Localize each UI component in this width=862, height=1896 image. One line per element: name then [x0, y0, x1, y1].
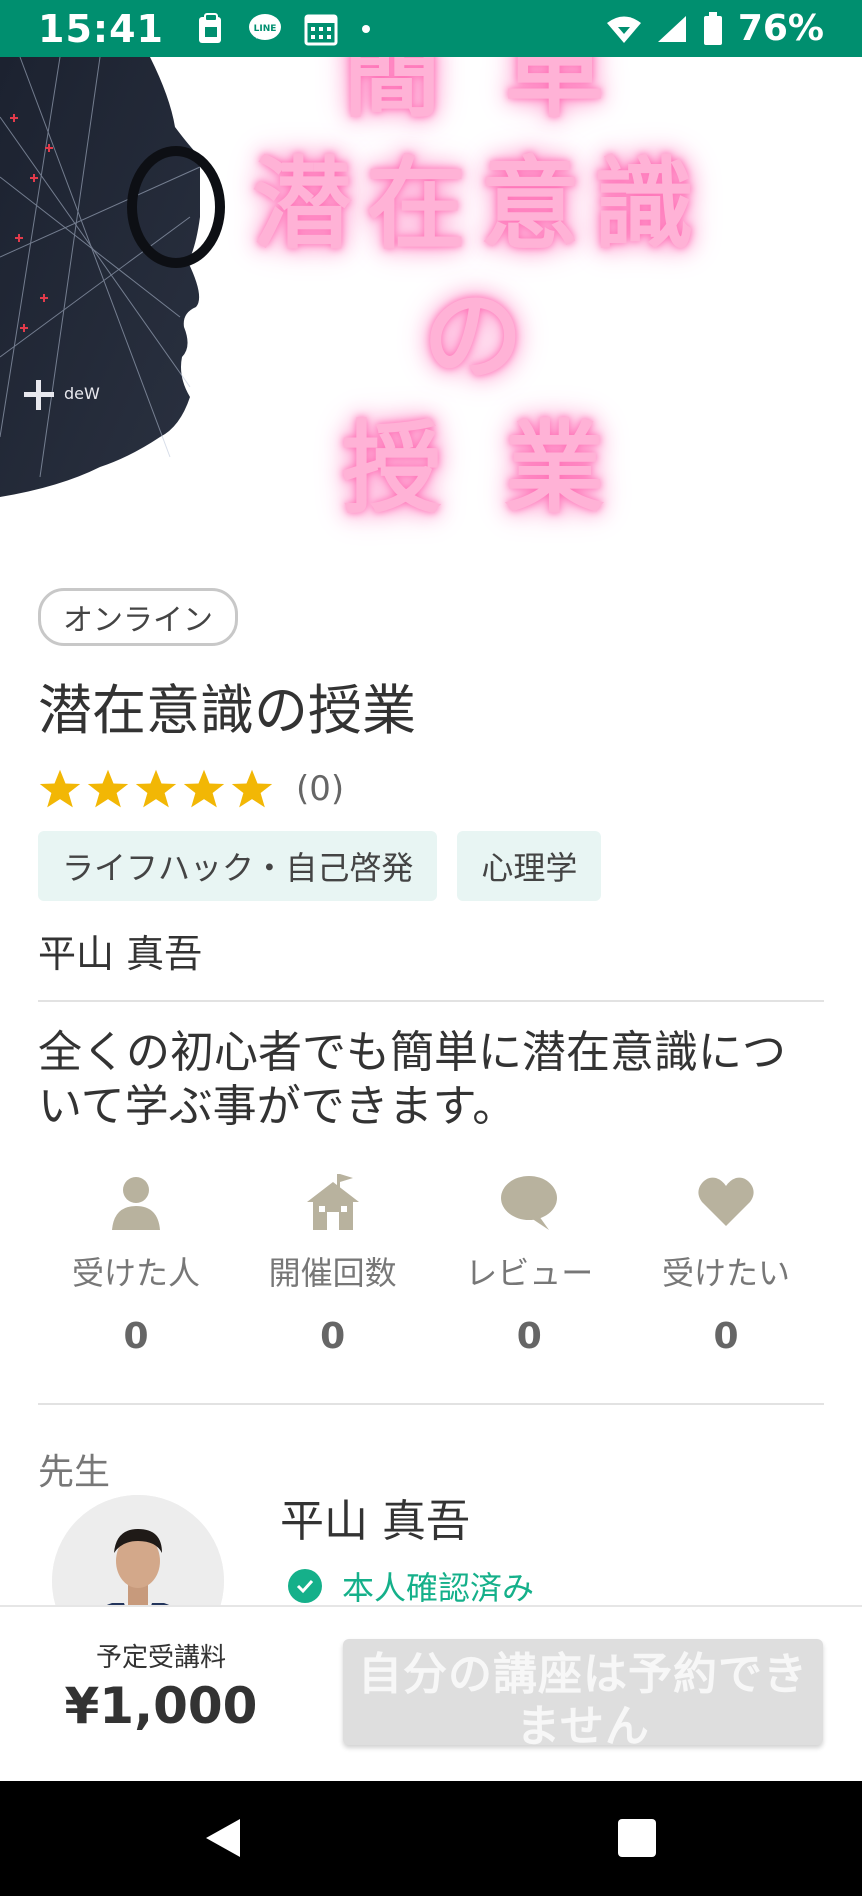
signal-icon [657, 15, 686, 42]
stat-label: レビュー [465, 1254, 594, 1292]
divider [38, 1000, 824, 1002]
calendar-icon [304, 14, 338, 45]
star-icon [39, 769, 81, 808]
stat-label: 受けた人 [71, 1254, 200, 1292]
divider [38, 1403, 824, 1405]
hero-title-line-3: 授 業 [341, 410, 619, 527]
line-app-icon: LINE [248, 13, 281, 40]
star-icon [135, 769, 177, 808]
wifi-icon [606, 16, 641, 43]
back-icon[interactable] [204, 1817, 242, 1859]
hero-title-line-2: 潜在意識の [252, 146, 708, 395]
svg-text:LINE: LINE [254, 24, 277, 34]
course-hero-image: deW 簡 単 潜在意識の 授 業 [0, 57, 862, 547]
school-house-icon [306, 1174, 359, 1230]
hero-title-line-1: 簡 単 [341, 57, 619, 131]
price-label: 予定受講料 [95, 1643, 226, 1673]
home-square-icon[interactable] [618, 1819, 656, 1857]
stat-sessions: 開催回数 0 [235, 1172, 431, 1357]
course-stats: 受けた人 0 開催回数 0 レビュー 0 受けたい 0 [38, 1172, 824, 1357]
course-teacher-name[interactable]: 平山 真吾 [38, 923, 824, 978]
status-time: 15:41 [38, 6, 164, 51]
stat-value: 0 [123, 1316, 149, 1357]
heart-icon [698, 1177, 754, 1226]
format-tag: オンライン [38, 588, 238, 646]
banner-label: deW [64, 384, 100, 403]
course-details: オンライン 潜在意識の授業 (0) ライフハック・自己啓発 心理学 平山 真吾 … [38, 588, 824, 1667]
dot-icon [361, 24, 370, 33]
system-icons: 76% [606, 8, 824, 49]
speech-bubble-icon [501, 1176, 558, 1230]
stat-attendees: 受けた人 0 [38, 1172, 234, 1357]
price: ¥1,000 [64, 1677, 258, 1735]
stat-label: 受けたい [661, 1254, 790, 1292]
rating-row[interactable]: (0) [38, 761, 824, 817]
reserve-button[interactable]: 自分の講座は予約できません [343, 1639, 823, 1745]
teacher-name[interactable]: 平山 真吾 [280, 1485, 470, 1549]
battery-icon [703, 11, 722, 45]
rating-count: (0) [296, 769, 345, 809]
star-icon [87, 769, 129, 808]
category-tag[interactable]: 心理学 [457, 831, 602, 901]
stat-label: 開催回数 [268, 1254, 397, 1292]
course-title: 潜在意識の授業 [38, 679, 416, 742]
person-icon [112, 1177, 160, 1230]
stat-value: 0 [713, 1316, 739, 1357]
stat-value: 0 [320, 1316, 346, 1357]
stat-reviews: レビュー 0 [431, 1172, 627, 1357]
status-bar: 15:41 LINE 76% [0, 0, 862, 57]
category-tag[interactable]: ライフハック・自己啓発 [38, 831, 438, 901]
category-tags: ライフハック・自己啓発 心理学 [38, 831, 824, 901]
clipboard-icon [198, 12, 221, 43]
system-navigation-bar [0, 1781, 862, 1896]
star-icon [231, 769, 273, 808]
verified-badge: 本人確認済み [288, 1563, 534, 1609]
notification-icons: LINE [196, 12, 372, 46]
star-icon [183, 769, 225, 808]
stat-wishlist: 受けたい 0 [628, 1172, 824, 1357]
course-description: 全くの初心者でも簡単に潜在意識について学ぶ事ができます。 [38, 1027, 786, 1132]
check-circle-icon [288, 1569, 322, 1603]
hero-title: 簡 単 潜在意識の 授 業 [200, 57, 760, 535]
stat-value: 0 [516, 1316, 542, 1357]
battery-percent: 76% [737, 8, 824, 49]
verified-text: 本人確認済み [342, 1569, 535, 1607]
booking-bar: 予定受講料 ¥1,000 自分の講座は予約できません [0, 1605, 862, 1781]
